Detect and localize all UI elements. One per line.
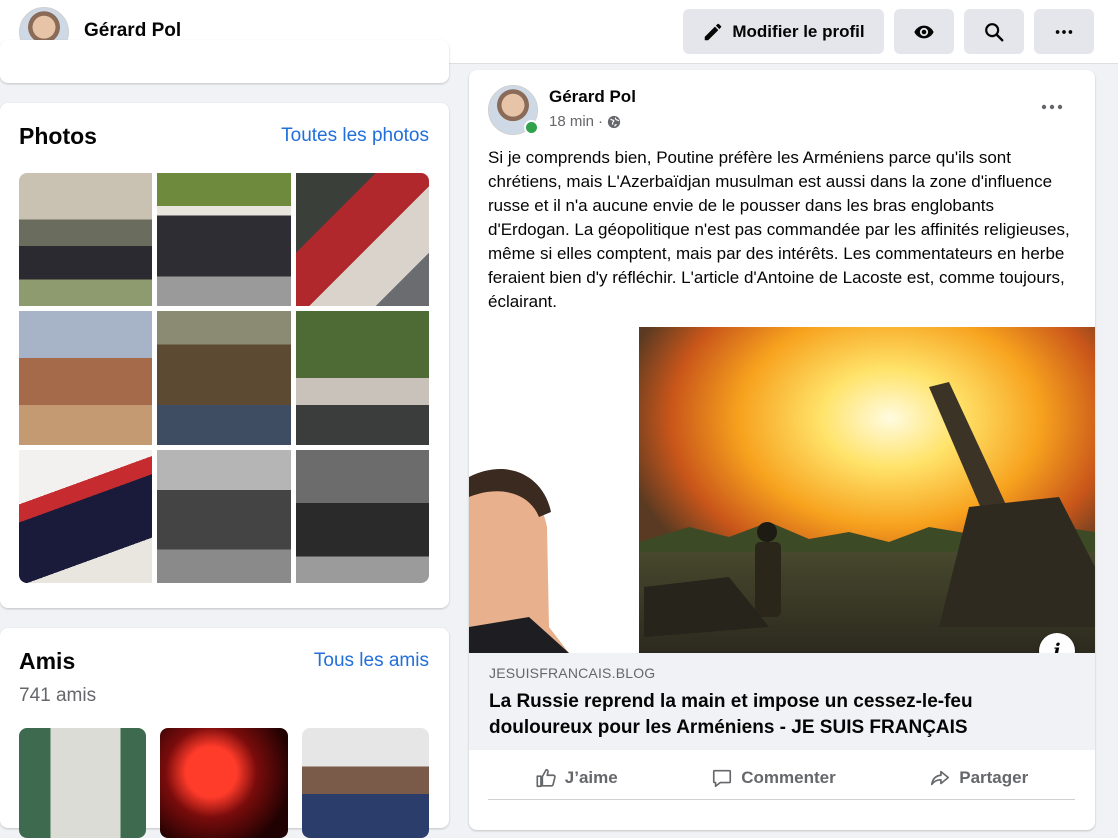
post-author-name[interactable]: Gérard Pol — [549, 87, 636, 107]
photo-thumbnail[interactable] — [157, 311, 291, 445]
post-card: Gérard Pol 18 min · Si je comprends bien… — [469, 70, 1095, 830]
view-as-button[interactable] — [894, 9, 954, 54]
meta-separator: · — [598, 113, 604, 130]
pencil-icon — [705, 23, 722, 40]
link-preview-info[interactable]: JESUISFRANCAIS.BLOG La Russie reprend la… — [469, 653, 1095, 750]
thumbs-up-icon — [536, 768, 556, 787]
friend-photo[interactable] — [160, 728, 288, 838]
photo-thumbnail[interactable] — [296, 311, 429, 445]
globe-icon — [607, 115, 621, 128]
intro-card-bottom — [0, 40, 449, 83]
artillery-photo — [469, 327, 1095, 653]
comment-icon — [713, 769, 732, 787]
post-timestamp[interactable]: 18 min — [549, 113, 594, 130]
photo-thumbnail[interactable] — [19, 311, 152, 445]
friends-count: 741 amis — [19, 685, 97, 706]
share-arrow-icon — [931, 770, 950, 785]
friends-grid — [19, 728, 429, 838]
see-all-friends-link[interactable]: Tous les amis — [314, 650, 429, 672]
post-meta: 18 min · — [549, 113, 621, 130]
edit-profile-button[interactable]: Modifier le profil — [683, 9, 884, 54]
share-label: Partager — [959, 767, 1029, 787]
photo-thumbnail[interactable] — [157, 173, 291, 306]
share-button[interactable]: Partager — [929, 767, 1028, 789]
post-actions-bar: J’aime Commenter Partager — [488, 760, 1075, 800]
photo-thumbnail[interactable] — [296, 173, 429, 306]
link-domain: JESUISFRANCAIS.BLOG — [489, 665, 656, 681]
search-icon — [985, 22, 1004, 41]
like-label: J’aime — [564, 767, 618, 787]
online-status-dot — [524, 120, 539, 135]
photos-grid — [19, 173, 429, 583]
friends-card: Amis Tous les amis 741 amis — [0, 628, 449, 838]
photos-card: Photos Toutes les photos — [0, 103, 449, 608]
post-options-button[interactable] — [1037, 95, 1067, 119]
photo-thumbnail[interactable] — [19, 173, 152, 306]
link-title[interactable]: La Russie reprend la main et impose un c… — [489, 689, 1079, 741]
profile-name[interactable]: Gérard Pol — [84, 20, 181, 42]
more-options-button[interactable] — [1034, 9, 1094, 54]
comment-label: Commenter — [741, 767, 836, 787]
eye-icon — [914, 25, 934, 38]
photo-thumbnail[interactable] — [157, 450, 291, 583]
comment-button[interactable]: Commenter — [711, 767, 836, 789]
link-preview-image[interactable] — [469, 327, 1095, 653]
friend-photo[interactable] — [302, 728, 429, 838]
more-dots-icon — [1055, 29, 1073, 34]
post-body-text: Si je comprends bien, Poutine préfère le… — [488, 148, 1070, 311]
photos-title: Photos — [19, 123, 97, 149]
more-dots-icon — [1041, 104, 1063, 110]
photo-thumbnail[interactable] — [296, 450, 429, 583]
edit-profile-label: Modifier le profil — [732, 21, 865, 41]
friend-photo[interactable] — [19, 728, 146, 838]
friends-title: Amis — [19, 648, 76, 674]
see-all-photos-link[interactable]: Toutes les photos — [281, 125, 429, 147]
like-button[interactable]: J’aime — [535, 767, 618, 789]
search-profile-button[interactable] — [964, 9, 1024, 54]
photo-thumbnail[interactable] — [19, 450, 152, 583]
